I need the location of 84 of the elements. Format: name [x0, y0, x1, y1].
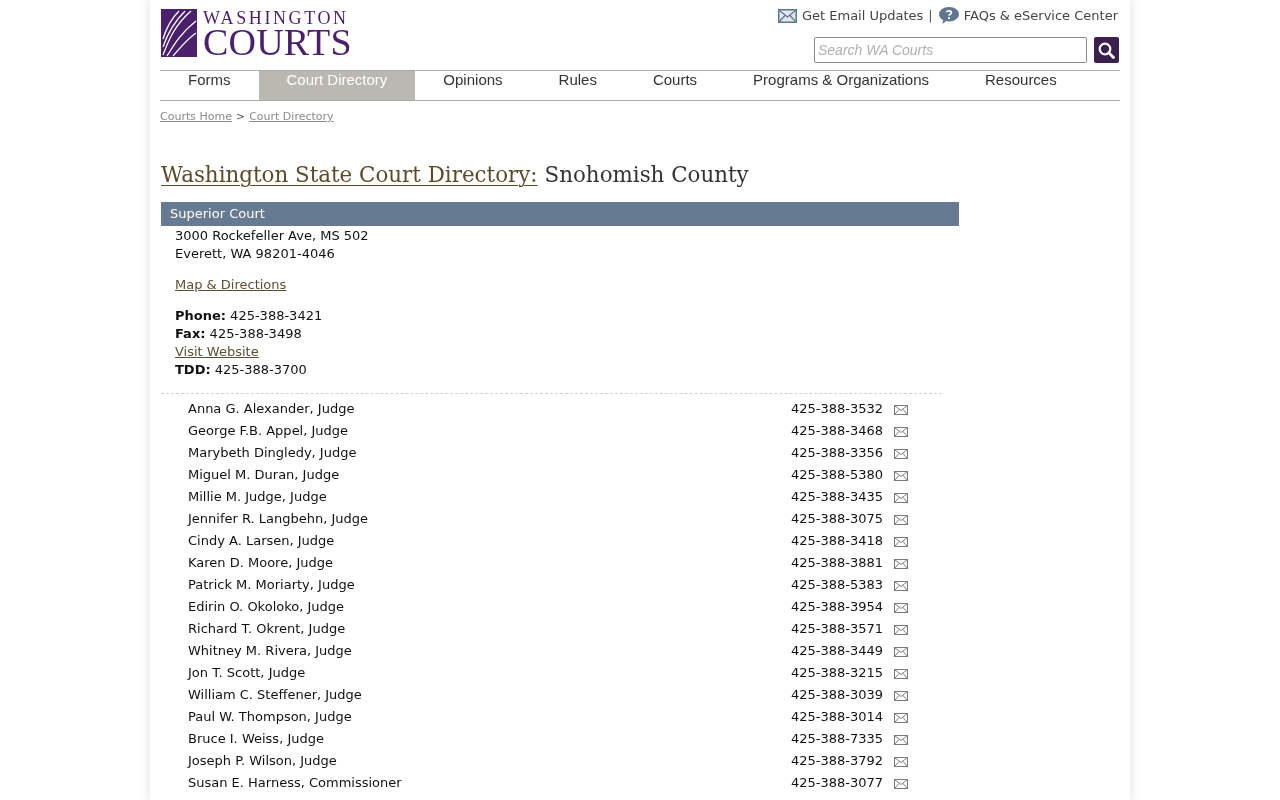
- nav-tab[interactable]: Courts: [624, 71, 726, 100]
- phone-number: 425-388-3075: [791, 510, 885, 526]
- logo-icon: [161, 9, 197, 57]
- nav-tab[interactable]: Opinions: [415, 71, 531, 100]
- header-link[interactable]: Get Email Updates: [801, 8, 924, 23]
- person-name: Jon T. Scott, Judge: [188, 664, 307, 680]
- envelope-icon[interactable]: [894, 581, 908, 591]
- logo-text: WASHINGTON: [203, 10, 350, 26]
- envelope-icon[interactable]: [894, 735, 908, 745]
- person-name: George F.B. Appel, Judge: [188, 422, 350, 438]
- person-name: Cindy A. Larsen, Judge: [188, 532, 336, 548]
- person-name: William C. Steffener, Judge: [188, 686, 363, 702]
- envelope-icon[interactable]: [894, 449, 908, 459]
- person-name: Marybeth Dingledy, Judge: [188, 444, 358, 460]
- map-link[interactable]: Map & Directions: [175, 277, 287, 292]
- envelope-icon[interactable]: [894, 537, 908, 547]
- phone-number: 425-388-3077: [791, 774, 885, 790]
- person-name: Richard T. Okrent, Judge: [188, 620, 347, 636]
- nav-tab[interactable]: Programs & Organizations: [725, 71, 957, 100]
- person-name: Patrick M. Moriarty, Judge: [188, 576, 356, 592]
- envelope-icon[interactable]: [894, 515, 908, 525]
- page-title: Snohomish County: [544, 161, 749, 189]
- search-field[interactable]: Search WA Courts: [814, 37, 1087, 63]
- person-name: Miguel M. Duran, Judge: [188, 466, 341, 482]
- phone-number: 425-388-3954: [791, 598, 885, 614]
- phone-number: 425-388-3014: [791, 708, 885, 724]
- envelope-icon[interactable]: [894, 559, 908, 569]
- person-name: Whitney M. Rivera, Judge: [188, 642, 353, 658]
- directory-link[interactable]: Washington State Court Directory:: [161, 160, 538, 190]
- phone-number: 425-388-7335: [791, 730, 885, 746]
- person-name: Edirin O. Okoloko, Judge: [188, 598, 346, 614]
- address-line: Everett, WA 98201-4046: [175, 245, 336, 263]
- envelope-icon[interactable]: [894, 625, 908, 635]
- envelope-icon[interactable]: [894, 405, 908, 415]
- contact-text: Phone: 425-388-3421: [175, 307, 324, 325]
- phone-number: 425-388-3792: [791, 752, 885, 768]
- person-name: Joseph P. Wilson, Judge: [188, 752, 338, 768]
- phone-number: 425-388-5380: [791, 466, 885, 482]
- phone-number: 425-388-3881: [791, 554, 885, 570]
- person-name: Anna G. Alexander, Judge: [188, 400, 356, 416]
- person-name: Bruce I. Weiss, Judge: [188, 730, 325, 746]
- envelope-icon[interactable]: [894, 669, 908, 679]
- envelope-icon[interactable]: [894, 471, 908, 481]
- phone-number: 425-388-3418: [791, 532, 885, 548]
- phone-number: 425-388-3449: [791, 642, 885, 658]
- envelope-icon[interactable]: [894, 691, 908, 701]
- person-name: Millie M. Judge, Judge: [188, 488, 328, 504]
- breadcrumb-separator: >: [235, 110, 246, 124]
- envelope-icon[interactable]: [894, 647, 908, 657]
- address-line: 3000 Rockefeller Ave, MS 502: [175, 227, 370, 245]
- person-name: Jennifer R. Langbehn, Judge: [188, 510, 370, 526]
- phone-number: 425-388-3468: [791, 422, 885, 438]
- nav-tab[interactable]: Resources: [957, 71, 1085, 100]
- section-header: Superior Court: [161, 202, 959, 226]
- phone-number: 425-388-3356: [791, 444, 885, 460]
- person-name: Karen D. Moore, Judge: [188, 554, 334, 570]
- phone-number: 425-388-3435: [791, 488, 885, 504]
- person-name: Susan E. Harness, Commissioner: [188, 774, 403, 790]
- envelope-icon: [777, 8, 797, 23]
- contact-text: TDD: 425-388-3700: [175, 361, 308, 379]
- question-bubble-icon: [938, 7, 959, 24]
- phone-number: 425-388-5383: [791, 576, 885, 592]
- phone-number: 425-388-3039: [791, 686, 885, 702]
- phone-number: 425-388-3571: [791, 620, 885, 636]
- nav-tab[interactable]: Forms: [160, 71, 259, 100]
- envelope-icon[interactable]: [894, 757, 908, 767]
- header-link[interactable]: FAQs & eService Center: [963, 8, 1118, 23]
- envelope-icon[interactable]: [894, 603, 908, 613]
- link-separator: |: [928, 8, 933, 23]
- website-link[interactable]: Visit Website: [175, 344, 259, 359]
- phone-number: 425-388-3532: [791, 400, 885, 416]
- envelope-icon[interactable]: [894, 493, 908, 503]
- envelope-icon[interactable]: [894, 427, 908, 437]
- nav-tab[interactable]: Rules: [530, 71, 625, 100]
- envelope-icon[interactable]: [894, 779, 908, 789]
- phone-number: 425-388-3215: [791, 664, 885, 680]
- breadcrumb-link[interactable]: Courts Home: [160, 110, 232, 124]
- search-button[interactable]: [1094, 37, 1119, 63]
- envelope-icon[interactable]: [894, 713, 908, 723]
- contact-text: Fax: 425-388-3498: [175, 325, 303, 343]
- breadcrumb-link[interactable]: Court Directory: [249, 110, 334, 124]
- logo-text: COURTS: [203, 26, 352, 58]
- person-name: Paul W. Thompson, Judge: [188, 708, 353, 724]
- search-icon: [1098, 41, 1115, 59]
